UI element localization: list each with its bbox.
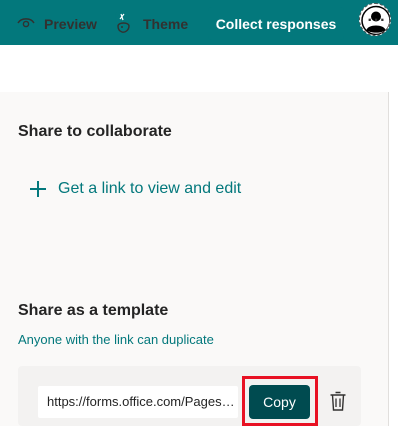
get-edit-link-label: Get a link to view and edit xyxy=(58,180,242,197)
theme-button[interactable]: Theme xyxy=(114,0,188,47)
get-edit-link-button[interactable]: Get a link to view and edit xyxy=(30,176,241,202)
collect-responses-button[interactable]: Collect responses xyxy=(208,7,344,40)
copy-button[interactable]: Copy xyxy=(249,385,310,419)
scrollbar[interactable] xyxy=(388,92,398,426)
paint-palette-icon xyxy=(114,9,134,38)
eye-icon xyxy=(17,16,35,32)
theme-label: Theme xyxy=(143,15,189,32)
preview-label: Preview xyxy=(44,15,97,32)
trash-icon[interactable] xyxy=(329,390,347,412)
share-to-collaborate-heading: Share to collaborate xyxy=(18,123,172,140)
template-permission-text: Anyone with the link can duplicate xyxy=(18,332,214,347)
toolbar xyxy=(0,45,398,92)
preview-button[interactable]: Preview xyxy=(17,0,97,47)
template-url-field[interactable]: https://forms.office.com/Pages/ShareForm… xyxy=(38,386,238,418)
plus-icon xyxy=(30,181,46,197)
more-options-icon[interactable]: ··· xyxy=(366,10,388,34)
share-as-template-heading: Share as a template xyxy=(18,302,169,319)
